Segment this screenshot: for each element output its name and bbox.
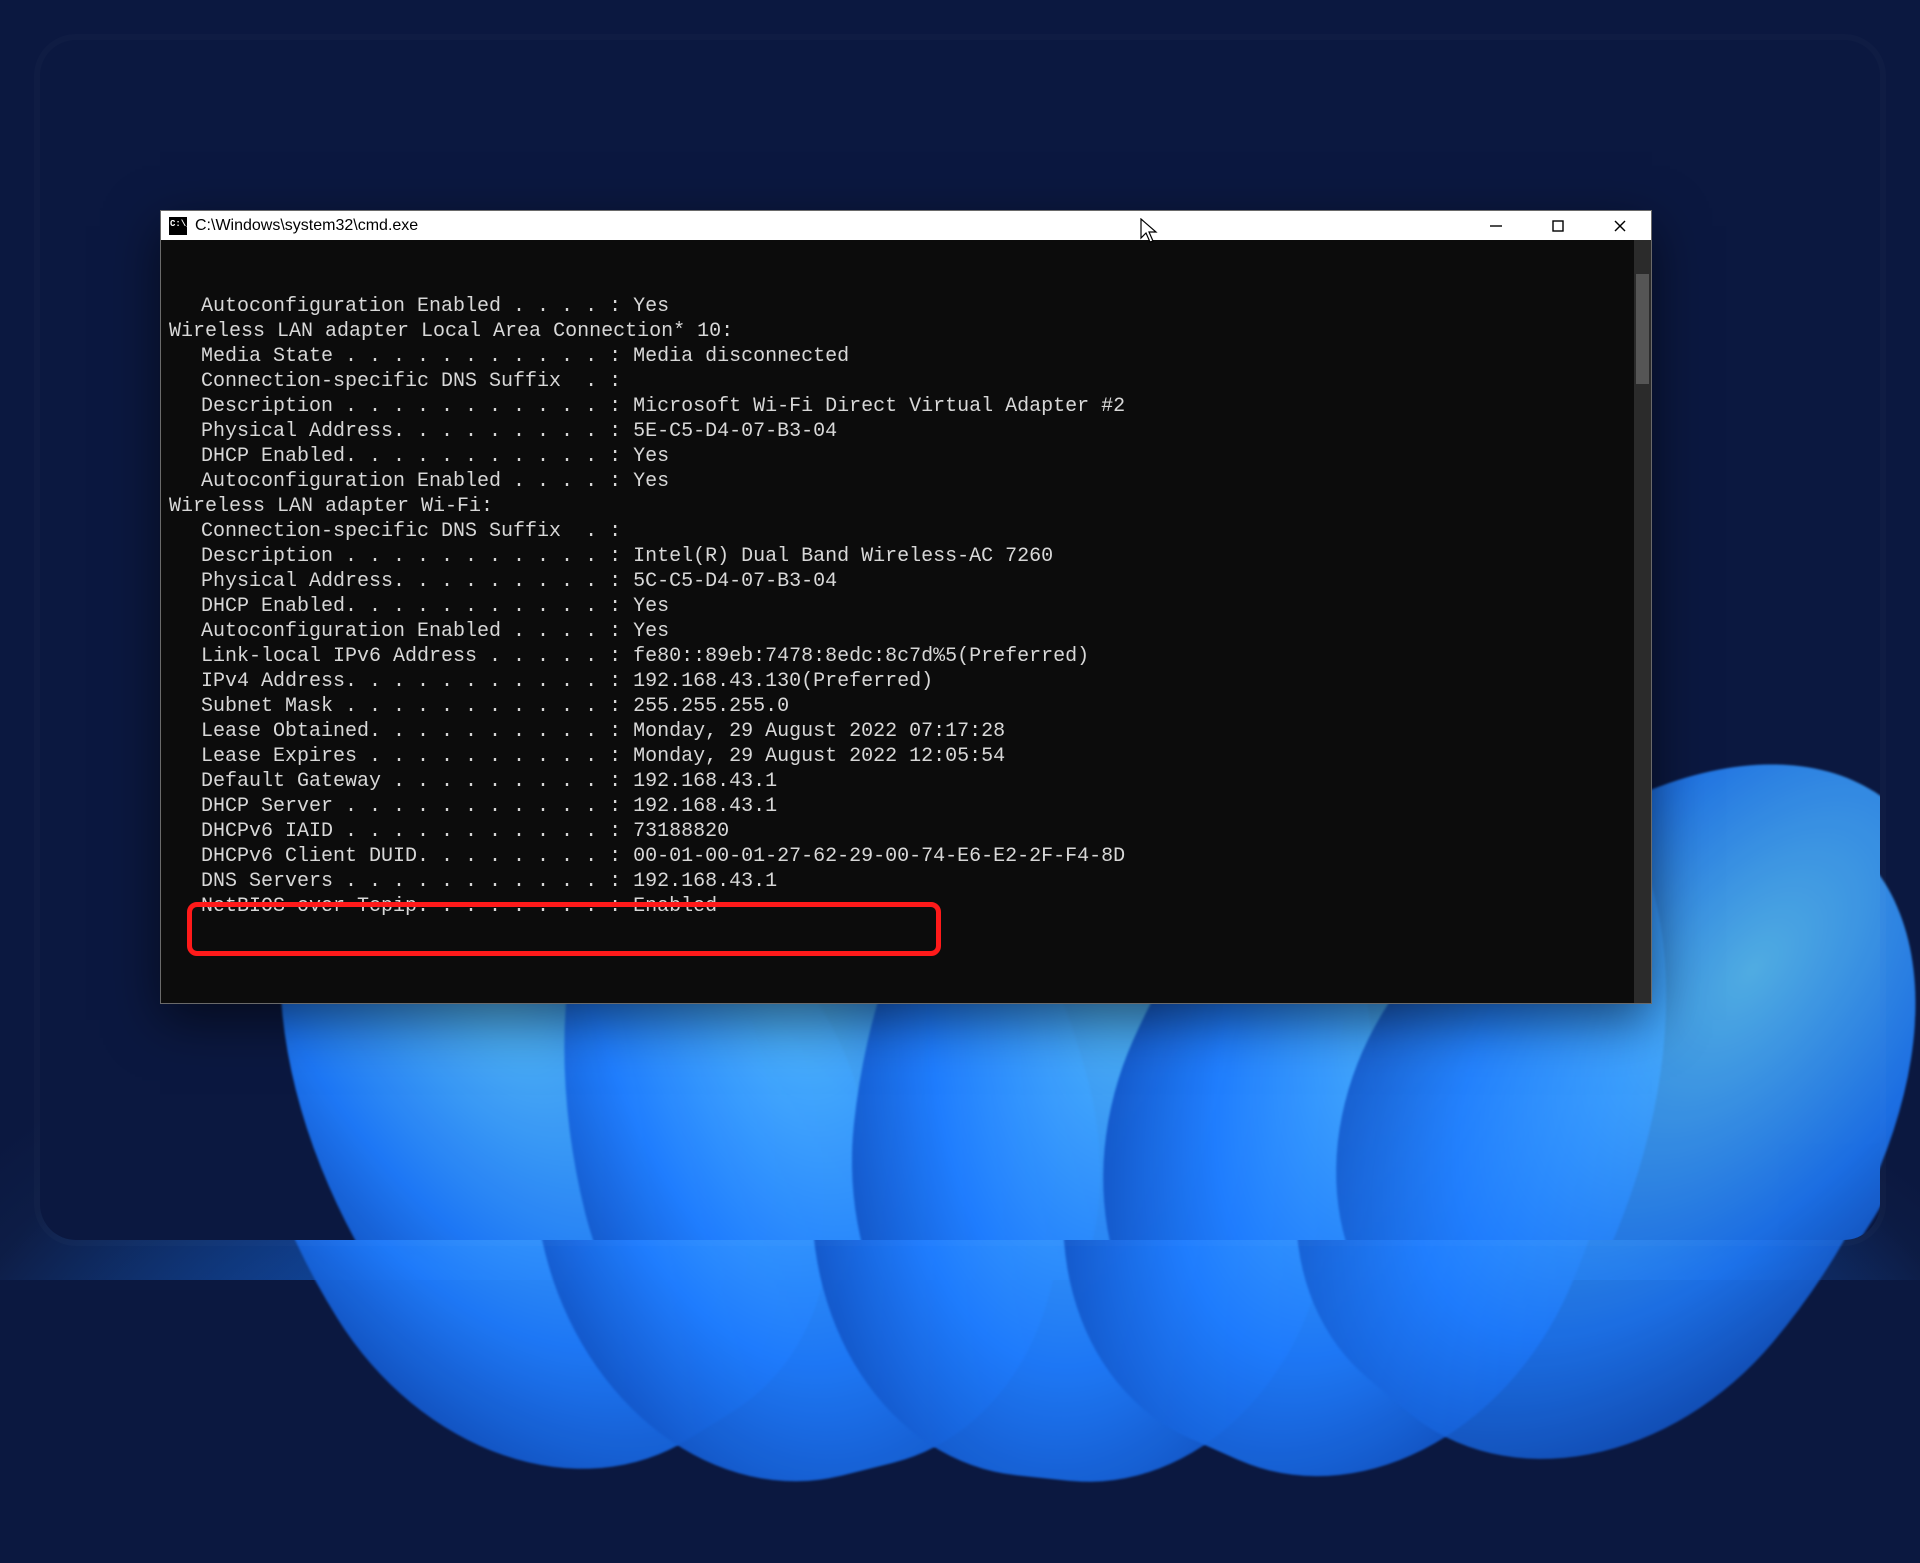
- terminal-line: DHCPv6 Client DUID. . . . . . . . : 00-0…: [161, 844, 1651, 869]
- terminal-line: IPv4 Address. . . . . . . . . . . : 192.…: [161, 669, 1651, 694]
- window-controls: [1465, 211, 1651, 240]
- close-button[interactable]: [1589, 211, 1651, 240]
- terminal-line: Wireless LAN adapter Local Area Connecti…: [161, 319, 1651, 344]
- terminal-line: DHCP Enabled. . . . . . . . . . . : Yes: [161, 444, 1651, 469]
- terminal-line: Media State . . . . . . . . . . . : Medi…: [161, 344, 1651, 369]
- terminal-output[interactable]: Autoconfiguration Enabled . . . . : YesW…: [161, 240, 1651, 1003]
- terminal-line: Physical Address. . . . . . . . . : 5C-C…: [161, 569, 1651, 594]
- terminal-line: Link-local IPv6 Address . . . . . : fe80…: [161, 644, 1651, 669]
- terminal-line: Physical Address. . . . . . . . . : 5E-C…: [161, 419, 1651, 444]
- cmd-icon: [169, 217, 187, 235]
- vertical-scrollbar[interactable]: [1634, 240, 1651, 1003]
- scrollbar-thumb[interactable]: [1636, 274, 1649, 384]
- terminal-line: NetBIOS over Tcpip. . . . . . . . : Enab…: [161, 894, 1651, 919]
- terminal-line: DHCPv6 IAID . . . . . . . . . . . : 7318…: [161, 819, 1651, 844]
- terminal-line: Autoconfiguration Enabled . . . . : Yes: [161, 619, 1651, 644]
- terminal-line: Description . . . . . . . . . . . : Micr…: [161, 394, 1651, 419]
- terminal-line: Default Gateway . . . . . . . . . : 192.…: [161, 769, 1651, 794]
- cmd-window[interactable]: C:\Windows\system32\cmd.exe Autoconfigur…: [160, 210, 1652, 1004]
- terminal-line: Description . . . . . . . . . . . : Inte…: [161, 544, 1651, 569]
- terminal-line: DNS Servers . . . . . . . . . . . : 192.…: [161, 869, 1651, 894]
- terminal-line: DHCP Enabled. . . . . . . . . . . : Yes: [161, 594, 1651, 619]
- terminal-line: Wireless LAN adapter Wi-Fi:: [161, 494, 1651, 519]
- titlebar[interactable]: C:\Windows\system32\cmd.exe: [161, 211, 1651, 240]
- terminal-line: Connection-specific DNS Suffix . :: [161, 519, 1651, 544]
- minimize-button[interactable]: [1465, 211, 1527, 240]
- terminal-line: Lease Obtained. . . . . . . . . . : Mond…: [161, 719, 1651, 744]
- maximize-button[interactable]: [1527, 211, 1589, 240]
- terminal-line: Connection-specific DNS Suffix . :: [161, 369, 1651, 394]
- window-title: C:\Windows\system32\cmd.exe: [195, 217, 418, 235]
- terminal-line: Autoconfiguration Enabled . . . . : Yes: [161, 469, 1651, 494]
- terminal-line: Lease Expires . . . . . . . . . . : Mond…: [161, 744, 1651, 769]
- terminal-line: Autoconfiguration Enabled . . . . : Yes: [161, 294, 1651, 319]
- terminal-line: DHCP Server . . . . . . . . . . . : 192.…: [161, 794, 1651, 819]
- figure-frame: C:\Windows\system32\cmd.exe Autoconfigur…: [40, 40, 1880, 1240]
- terminal-line: Subnet Mask . . . . . . . . . . . : 255.…: [161, 694, 1651, 719]
